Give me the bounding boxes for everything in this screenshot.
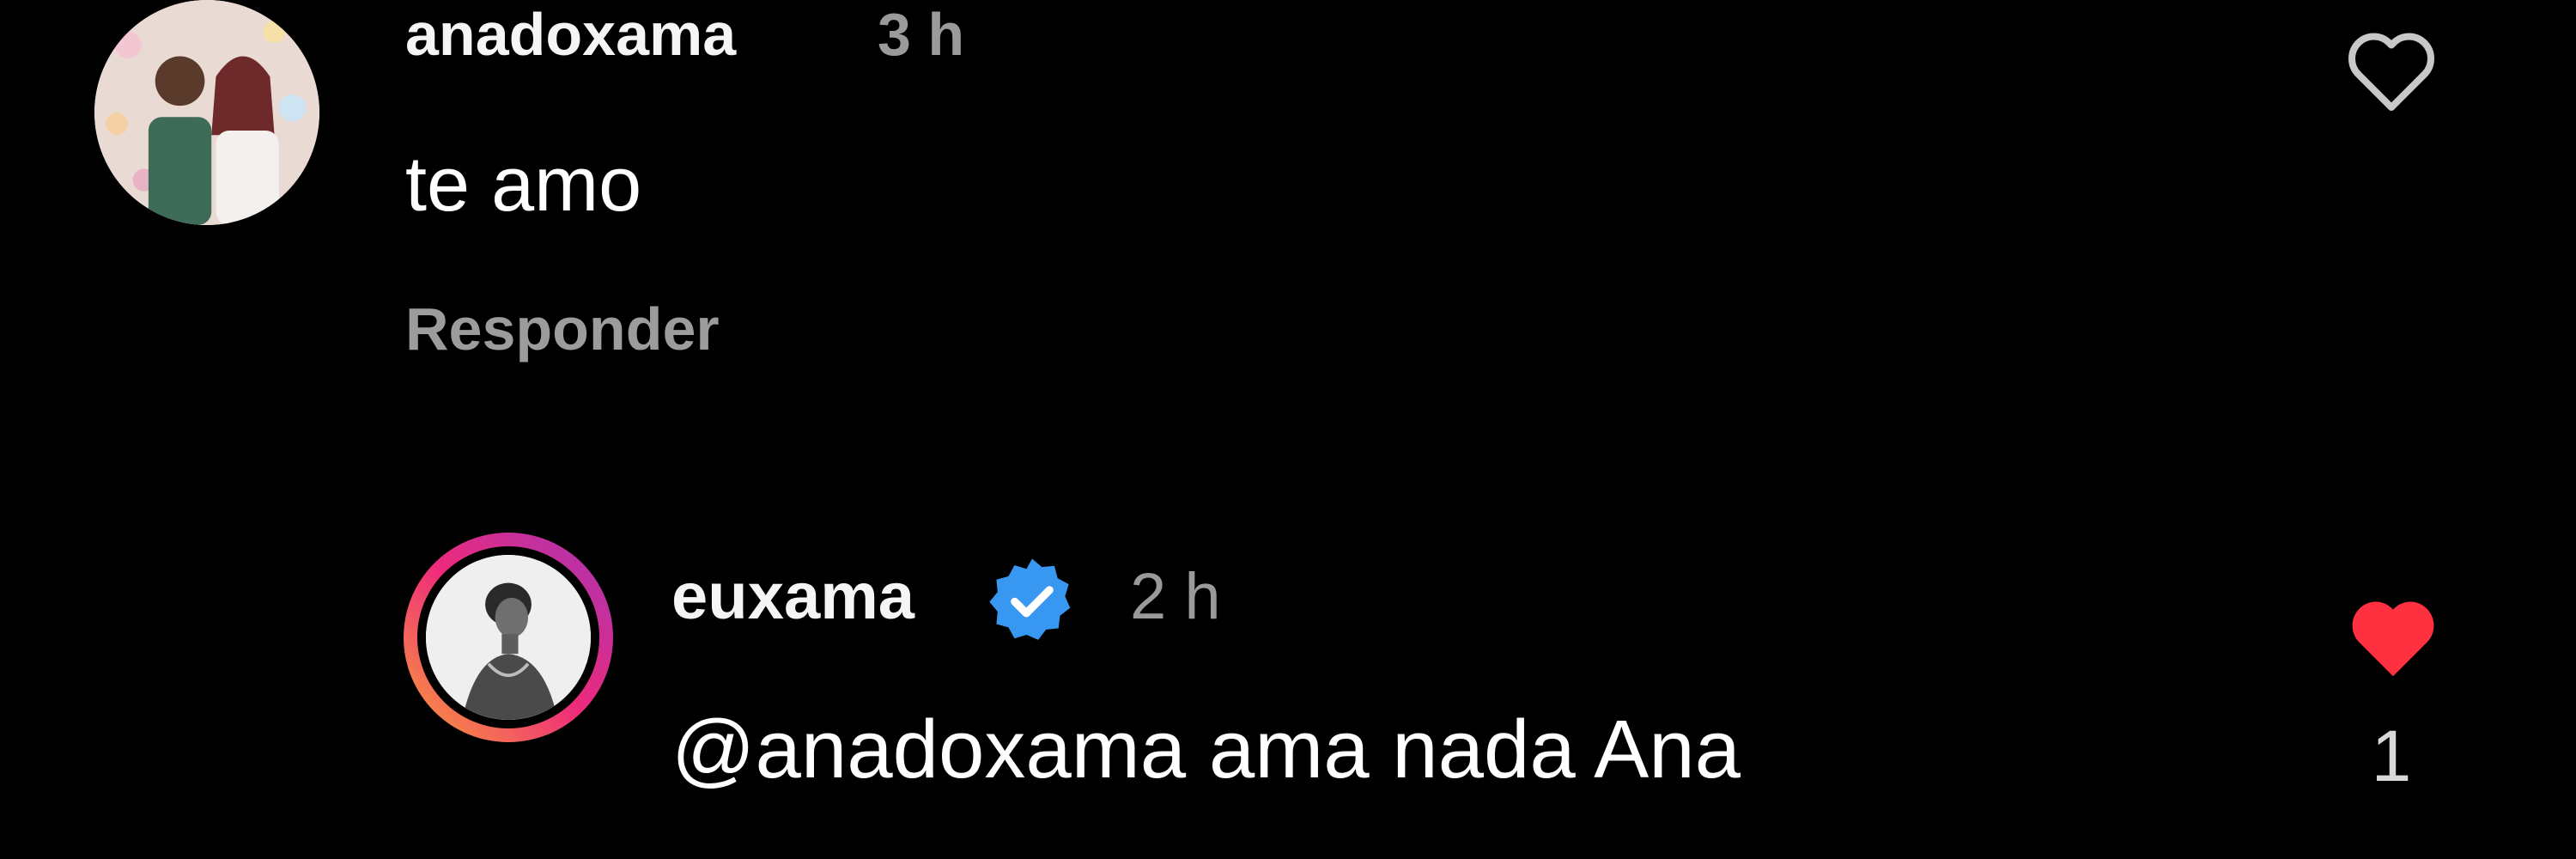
user-avatar[interactable]: [426, 555, 591, 720]
comment-item: anadoxama 3 h te amo Responder: [0, 0, 2576, 404]
heart-outline-icon[interactable]: [2340, 19, 2443, 122]
reply-timestamp: 2 h: [1130, 560, 1221, 633]
reply-text: @anadoxama ama nada Ana: [671, 704, 1741, 795]
user-avatar[interactable]: [94, 0, 319, 225]
reply-item: [0, 515, 2576, 859]
comment-username[interactable]: anadoxama: [405, 0, 736, 69]
like-count: 1: [2371, 716, 2412, 796]
reply-button[interactable]: Responder: [405, 290, 720, 368]
comment-timestamp: 3 h: [878, 1, 965, 68]
comment-text: te amo: [405, 142, 642, 228]
verified-badge-icon: [986, 554, 1078, 647]
reply-username[interactable]: euxama: [671, 558, 914, 636]
heart-filled-icon[interactable]: [2342, 588, 2444, 689]
